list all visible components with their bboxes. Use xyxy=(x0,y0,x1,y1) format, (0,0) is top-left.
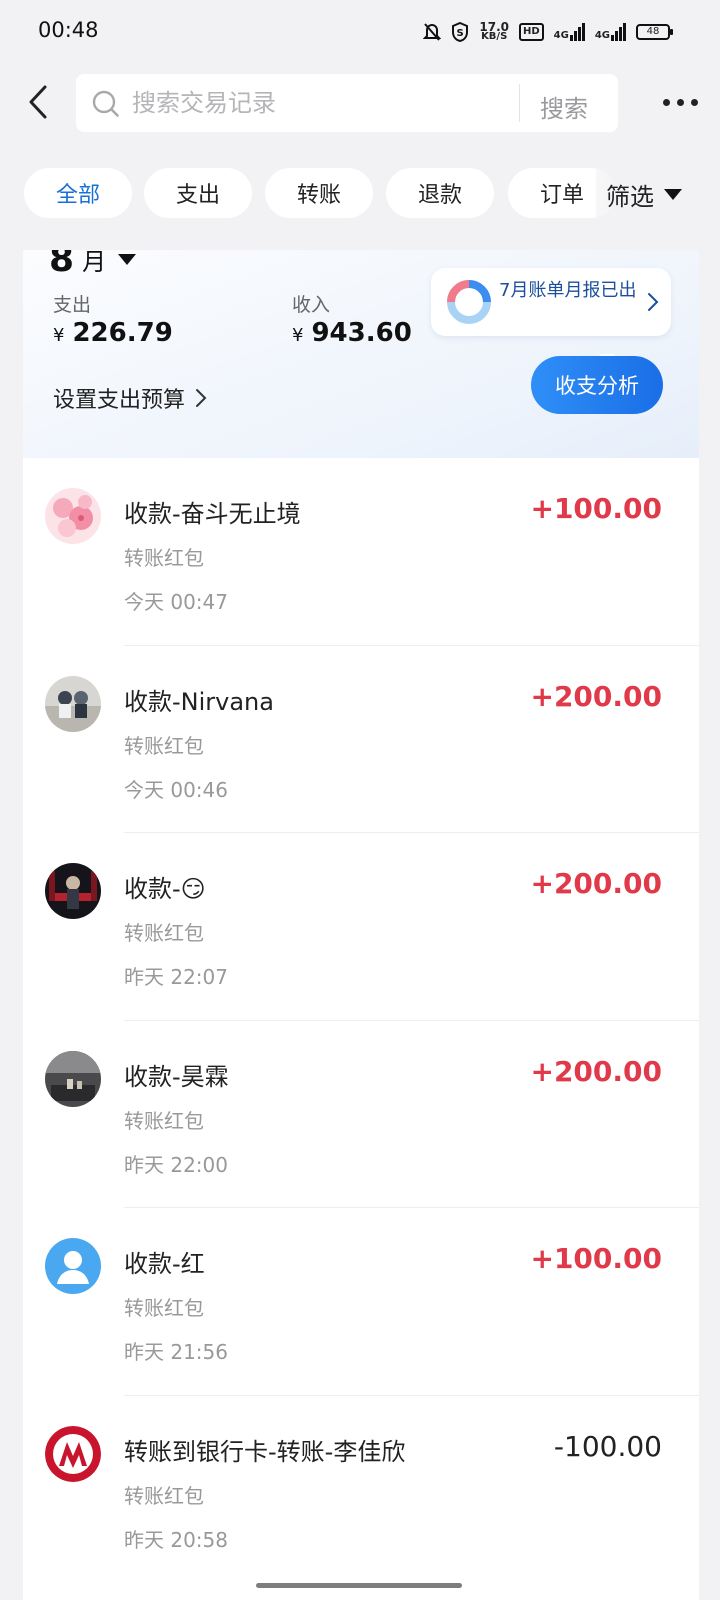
set-budget-link[interactable]: 设置支出预算 xyxy=(53,382,207,414)
default-user-avatar-icon xyxy=(45,1238,101,1294)
expense-value: ¥226.79 xyxy=(53,318,173,348)
set-budget-label: 设置支出预算 xyxy=(53,388,186,413)
tab-refund[interactable]: 退款 xyxy=(386,168,494,218)
transaction-time: 昨天 22:00 xyxy=(124,1152,228,1177)
transaction-title: 收款-昊霖 xyxy=(124,1062,229,1091)
transaction-title: 收款-Nirvana xyxy=(124,687,274,716)
triangle-down-icon xyxy=(118,254,137,265)
month-selector[interactable]: 8 月 xyxy=(49,250,137,280)
transaction-time: 昨天 22:07 xyxy=(124,965,228,989)
transaction-title: 收款-😏 xyxy=(124,875,206,903)
donut-chart-icon xyxy=(447,280,491,324)
monthly-summary: 8 月 支出 ¥226.79 收入 ¥943.60 7月账单月报已出 设置支出预… xyxy=(23,250,699,458)
transaction-amount: -100.00 xyxy=(553,1429,662,1463)
signal-1-label: 4G xyxy=(553,30,569,41)
more-dot-icon xyxy=(690,98,698,106)
search-button[interactable]: 搜索 xyxy=(540,89,588,124)
transaction-subtitle: 转账红包 xyxy=(124,1296,204,1320)
income-expense-analysis-button[interactable]: 收支分析 xyxy=(531,356,663,414)
expense-label: 支出 xyxy=(53,294,92,316)
back-button[interactable] xyxy=(18,82,58,122)
transaction-title: 收款-奋斗无止境 xyxy=(124,500,301,528)
tab-transfer[interactable]: 转账 xyxy=(265,168,373,218)
hd-badge: HD xyxy=(518,23,544,41)
transaction-amount: +100.00 xyxy=(530,492,662,525)
more-dot-icon xyxy=(676,98,684,106)
figurine-photo-avatar-icon xyxy=(45,675,101,732)
transaction-amount: +200.00 xyxy=(530,1054,662,1088)
network-speed: 17.0 KB/S xyxy=(479,21,509,42)
search-icon xyxy=(92,90,119,117)
transaction-list: 收款-奋斗无止境 转账红包 今天 00:47 +100.00 收款-Nirvan… xyxy=(23,458,699,1583)
transaction-subtitle: 转账红包 xyxy=(124,1483,204,1508)
signal-2-label: 4G xyxy=(594,30,610,41)
chevron-right-icon xyxy=(196,389,207,407)
income-currency: ¥ xyxy=(292,325,304,346)
transaction-time: 昨天 21:56 xyxy=(124,1340,228,1364)
monthly-report-link[interactable]: 7月账单月报已出 xyxy=(431,268,671,362)
status-bar: 00:48 S 17.0 KB/S HD 4G 4G 48 xyxy=(0,0,720,64)
transaction-time: 昨天 20:58 xyxy=(124,1527,228,1552)
status-icons: S 17.0 KB/S HD 4G 4G 48 xyxy=(423,20,673,44)
transaction-subtitle: 转账红包 xyxy=(124,1108,204,1133)
battery-icon: 48 xyxy=(636,24,673,40)
transaction-time: 今天 00:46 xyxy=(124,777,228,802)
income-value: ¥943.60 xyxy=(292,318,412,348)
signal-1-icon: 4G xyxy=(554,23,585,41)
transaction-amount: +200.00 xyxy=(530,867,662,900)
shield-s-icon: S xyxy=(451,22,469,42)
transaction-subtitle: 转账红包 xyxy=(124,546,204,570)
home-indicator[interactable] xyxy=(256,1583,462,1588)
month-number: 8 xyxy=(49,250,75,280)
transaction-title: 收款-红 xyxy=(124,1250,205,1278)
transaction-row[interactable]: 收款-Nirvana 转账红包 今天 00:46 +200.00 xyxy=(23,646,699,833)
transaction-row[interactable]: 转账到银行卡-转账-李佳欣 转账红包 昨天 20:58 -100.00 xyxy=(23,1396,699,1584)
transaction-title: 转账到银行卡-转账-李佳欣 xyxy=(124,1437,406,1466)
search-divider xyxy=(519,84,520,122)
tab-all[interactable]: 全部 xyxy=(24,168,132,218)
transaction-subtitle: 转账红包 xyxy=(124,921,204,945)
more-options-button[interactable] xyxy=(660,90,700,114)
transactions-card: 8 月 支出 ¥226.79 收入 ¥943.60 7月账单月报已出 设置支出预… xyxy=(23,250,699,1600)
transaction-time: 今天 00:47 xyxy=(124,590,228,614)
filter-label: 筛选 xyxy=(606,182,654,211)
filter-button[interactable]: 筛选 xyxy=(596,168,720,220)
bank-logo-avatar-icon xyxy=(45,1425,101,1482)
header: 搜索 xyxy=(0,72,720,134)
expense-amount: 226.79 xyxy=(72,318,173,348)
income-label: 收入 xyxy=(292,294,331,316)
month-unit: 月 xyxy=(82,250,107,276)
signal-2-icon: 4G xyxy=(595,23,626,41)
chevron-right-icon xyxy=(648,293,659,311)
chevron-left-icon xyxy=(29,85,47,119)
status-time: 00:48 xyxy=(38,18,99,42)
dark-photo-avatar-icon xyxy=(45,1050,101,1107)
transaction-row[interactable]: 收款-😏 转账红包 昨天 22:07 +200.00 xyxy=(23,833,699,1021)
transaction-row[interactable]: 收款-昊霖 转账红包 昨天 22:00 +200.00 xyxy=(23,1021,699,1208)
transaction-row[interactable]: 收款-奋斗无止境 转账红包 今天 00:47 +100.00 xyxy=(23,458,699,646)
expense-currency: ¥ xyxy=(53,325,65,346)
monthly-report-text: 7月账单月报已出 xyxy=(499,280,637,301)
mute-bell-icon xyxy=(423,22,442,42)
transaction-row[interactable]: 收款-红 转账红包 昨天 21:56 +100.00 xyxy=(23,1208,699,1396)
stage-photo-avatar-icon xyxy=(45,863,101,919)
filter-tabs: 全部 支出 转账 退款 订单 筛选 xyxy=(0,168,720,220)
pink-blossom-avatar-icon xyxy=(45,488,101,544)
income-amount: 943.60 xyxy=(311,318,412,348)
tab-expense[interactable]: 支出 xyxy=(144,168,252,218)
triangle-down-icon xyxy=(664,188,682,200)
transaction-subtitle: 转账红包 xyxy=(124,733,204,758)
search-box[interactable]: 搜索 xyxy=(76,74,618,132)
search-input[interactable] xyxy=(132,74,532,132)
transaction-amount: +100.00 xyxy=(530,1242,662,1275)
network-speed-unit: KB/S xyxy=(481,31,508,42)
svg-text:S: S xyxy=(457,28,464,39)
more-dot-icon xyxy=(662,98,670,106)
transaction-amount: +200.00 xyxy=(530,679,662,713)
